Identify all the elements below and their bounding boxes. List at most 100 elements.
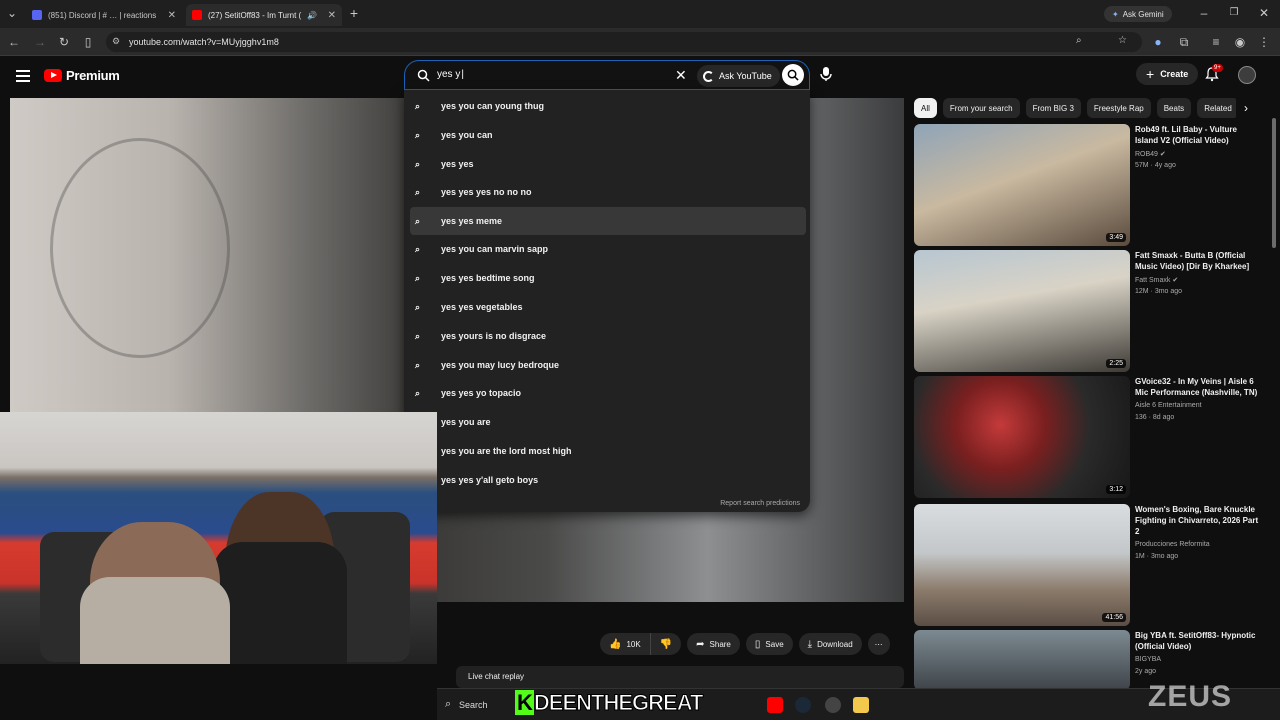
video-thumbnail[interactable]	[914, 630, 1130, 690]
tab-youtube[interactable]: (27) SetitOff83 - Im Turnt ( 🔊 ✕	[186, 4, 342, 26]
close-tab-icon[interactable]: ✕	[322, 10, 336, 21]
video-title[interactable]: Big YBA ft. SetitOff83- Hypnotic (Offici…	[1135, 630, 1259, 652]
download-button[interactable]: ⤓ Download	[798, 633, 862, 655]
youtube-play-icon	[44, 69, 62, 82]
channel-name[interactable]: Producciones Reformita	[1135, 541, 1210, 548]
zoom-icon[interactable]: ⌕	[1076, 35, 1082, 46]
report-search-predictions-link[interactable]: Report search predictions	[720, 500, 800, 507]
video-thumbnail[interactable]: 3:12	[914, 376, 1130, 498]
profile-extension-icon[interactable]: ●	[1150, 34, 1166, 50]
channel-name[interactable]: ROB49 ✔	[1135, 150, 1166, 158]
suggestion-item[interactable]: ⌕ yes yes vegetables	[410, 293, 806, 321]
steam-app-icon[interactable]	[795, 697, 811, 713]
chip-from-big-3[interactable]: From BIG 3	[1025, 98, 1081, 118]
suggestion-item[interactable]: ⌕ yes yes	[410, 150, 806, 178]
chip-freestyle-rap[interactable]: Freestyle Rap	[1086, 98, 1151, 118]
clear-search-icon[interactable]: ✕	[675, 67, 687, 84]
search-button[interactable]	[782, 64, 804, 86]
media-controls-icon[interactable]: ≡	[1208, 34, 1224, 50]
create-button[interactable]: + Create	[1136, 63, 1199, 85]
suggestion-item[interactable]: ⌕ yes you may lucy bedroque	[410, 351, 806, 379]
youtube-app-icon[interactable]	[767, 697, 783, 713]
search-icon	[787, 69, 799, 81]
search-icon: ⌕	[445, 698, 452, 710]
tab-discord[interactable]: (851) Discord | # … | reactions ✕	[26, 4, 182, 26]
suggestion-item[interactable]: ⌕ yes you can young thug	[410, 92, 806, 120]
search-icon	[417, 69, 430, 82]
microphone-icon[interactable]	[816, 64, 836, 84]
channel-name[interactable]: BIGYBA	[1135, 656, 1161, 663]
bookmark-star-icon[interactable]: ☆	[1118, 35, 1127, 46]
tab-search-chevron-icon[interactable]: ⌄	[4, 5, 20, 21]
video-thumbnail[interactable]: 2:25	[914, 250, 1130, 372]
forward-icon[interactable]: →	[32, 34, 48, 50]
recommended-video[interactable]: 3:12 GVoice32 - In My Veins | Aisle 6 Mi…	[914, 376, 1260, 498]
share-button[interactable]: ➦ Share	[687, 633, 740, 655]
chip-from-your-search[interactable]: From your search	[942, 98, 1020, 118]
duration-badge: 41:56	[1102, 613, 1126, 622]
suggestion-item[interactable]: ⌕yes yes y'all geto boys	[410, 466, 806, 494]
back-icon[interactable]: ←	[6, 34, 22, 50]
taskbar-search[interactable]: ⌕ Search	[443, 695, 513, 715]
suggestion-item[interactable]: ⌕yes you are	[410, 408, 806, 436]
close-window-button[interactable]: ✕	[1256, 5, 1272, 21]
address-bar-row: ← → ↻ ▯ ⚙ youtube.com/watch?v=MUyjgghv1m…	[0, 28, 1280, 56]
minimize-button[interactable]: –	[1196, 5, 1212, 21]
chip-related[interactable]: Related	[1197, 98, 1239, 118]
recommended-video[interactable]: 3:49 Rob49 ft. Lil Baby - Vulture Island…	[914, 124, 1260, 246]
suggestion-item[interactable]: ⌕ yes you can	[410, 121, 806, 149]
video-thumbnail[interactable]: 3:49	[914, 124, 1130, 246]
reload-icon[interactable]: ↻	[56, 34, 72, 50]
like-button[interactable]: 👍 10K	[600, 633, 651, 655]
suggestion-text: yes you can marvin sapp	[441, 244, 549, 254]
chip-beats[interactable]: Beats	[1156, 98, 1192, 118]
extensions-icon[interactable]: ⧉	[1176, 34, 1192, 50]
recommended-video[interactable]: 41:56 Women's Boxing, Bare Knuckle Fight…	[914, 504, 1260, 626]
account-avatar[interactable]	[1238, 66, 1256, 84]
live-chat-replay-bar[interactable]: Live chat replay	[456, 666, 904, 688]
browser-menu-icon[interactable]: ⋮	[1256, 34, 1272, 50]
video-thumbnail[interactable]: 41:56	[914, 504, 1130, 626]
suggestion-item[interactable]: ⌕ yes yes yes no no no	[410, 178, 806, 206]
video-title[interactable]: Fatt Smaxk - Butta B (Official Music Vid…	[1135, 250, 1259, 272]
suggestion-item[interactable]: ⌕ yes yes bedtime song	[410, 264, 806, 292]
chip-all[interactable]: All	[914, 98, 937, 118]
save-button[interactable]: ▯ Save	[745, 633, 793, 655]
recommended-video[interactable]: 2:25 Fatt Smaxk - Butta B (Official Musi…	[914, 250, 1260, 372]
video-actions: 👍 10K 👎 ➦ Share ▯ Save ⤓ Download ⋯	[600, 632, 890, 656]
suggestion-item[interactable]: ⌕yes you are the lord most high	[410, 437, 806, 465]
new-tab-button[interactable]: +	[346, 5, 362, 21]
logo-text: Premium	[66, 68, 120, 83]
more-actions-button[interactable]: ⋯	[867, 633, 890, 655]
maximize-button[interactable]: ❐	[1226, 5, 1242, 21]
suggestion-item[interactable]: ⌕ yes yes yo topacio	[410, 379, 806, 407]
tab-title: (27) SetitOff83 - Im Turnt (	[208, 10, 302, 20]
suggestion-item-hovered[interactable]: ⌕ yes yes meme	[410, 207, 806, 235]
ask-youtube-button[interactable]: Ask YouTube	[697, 65, 780, 87]
youtube-premium-logo[interactable]: Premium	[44, 68, 120, 83]
file-explorer-icon[interactable]	[853, 697, 869, 713]
site-info-icon[interactable]: ⚙	[112, 36, 120, 47]
audio-icon[interactable]: 🔊	[307, 11, 317, 20]
channel-name[interactable]: Aisle 6 Entertainment	[1135, 402, 1202, 409]
channel-name[interactable]: Fatt Smaxk ✔	[1135, 276, 1178, 284]
channel-label: Fatt Smaxk	[1135, 277, 1171, 284]
search-input[interactable]: yes y	[437, 69, 464, 80]
video-title[interactable]: Women's Boxing, Bare Knuckle Fighting in…	[1135, 504, 1259, 537]
video-title[interactable]: Rob49 ft. Lil Baby - Vulture Island V2 (…	[1135, 124, 1259, 146]
obs-app-icon[interactable]	[825, 697, 841, 713]
url-field[interactable]: ⚙ youtube.com/watch?v=MUyjgghv1m8 ⌕ ☆	[106, 32, 1142, 52]
page-scrollbar[interactable]	[1272, 118, 1276, 248]
close-tab-icon[interactable]: ✕	[162, 10, 176, 21]
suggestion-item[interactable]: ⌕ yes you can marvin sapp	[410, 235, 806, 263]
video-title[interactable]: GVoice32 - In My Veins | Aisle 6 Mic Per…	[1135, 376, 1259, 398]
menu-icon[interactable]	[16, 70, 30, 85]
sidebar-icon[interactable]: ▯	[80, 34, 96, 50]
youtube-icon	[192, 10, 202, 20]
dislike-button[interactable]: 👎	[650, 633, 682, 655]
chevron-right-icon[interactable]: ›	[1236, 98, 1256, 118]
profile-avatar-icon[interactable]: ◉	[1232, 34, 1248, 50]
ask-gemini-button[interactable]: ✦ Ask Gemini	[1104, 6, 1172, 22]
suggestion-item[interactable]: ⌕ yes yours is no disgrace	[410, 322, 806, 350]
search-bar[interactable]: yes y ✕ Ask YouTube	[404, 60, 810, 90]
